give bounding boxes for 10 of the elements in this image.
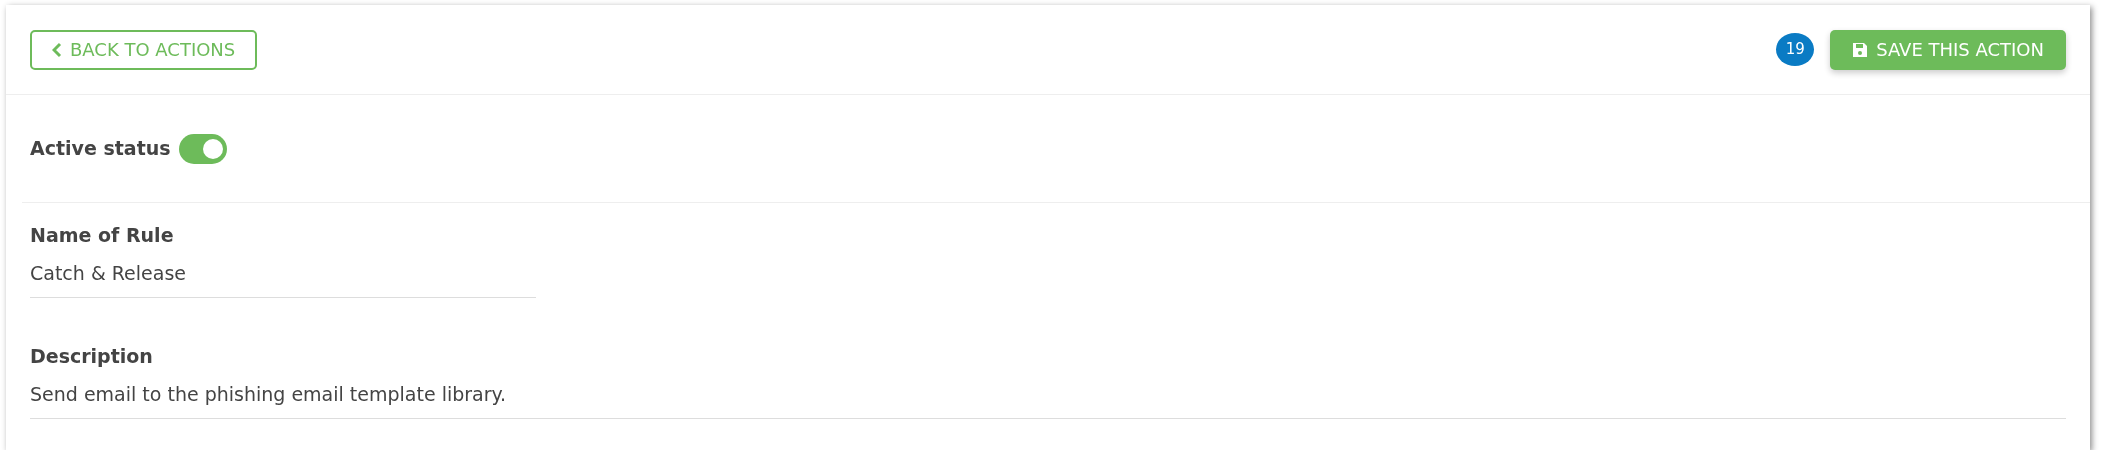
back-button[interactable]: BACK TO ACTIONS bbox=[30, 29, 258, 70]
field-label: Active status bbox=[30, 136, 171, 162]
chevron-left-icon bbox=[52, 41, 62, 58]
field-label: Description bbox=[30, 344, 154, 369]
count-badge: 19 bbox=[1776, 33, 1815, 66]
save-button[interactable]: SAVE THIS ACTION bbox=[1830, 29, 2066, 70]
field-value: Send email to the phishing email template library. bbox=[30, 370, 2066, 419]
field-label: Name of Rule bbox=[30, 223, 175, 248]
toggle-switch[interactable] bbox=[178, 133, 227, 164]
field-value: Catch & Release bbox=[30, 249, 536, 298]
